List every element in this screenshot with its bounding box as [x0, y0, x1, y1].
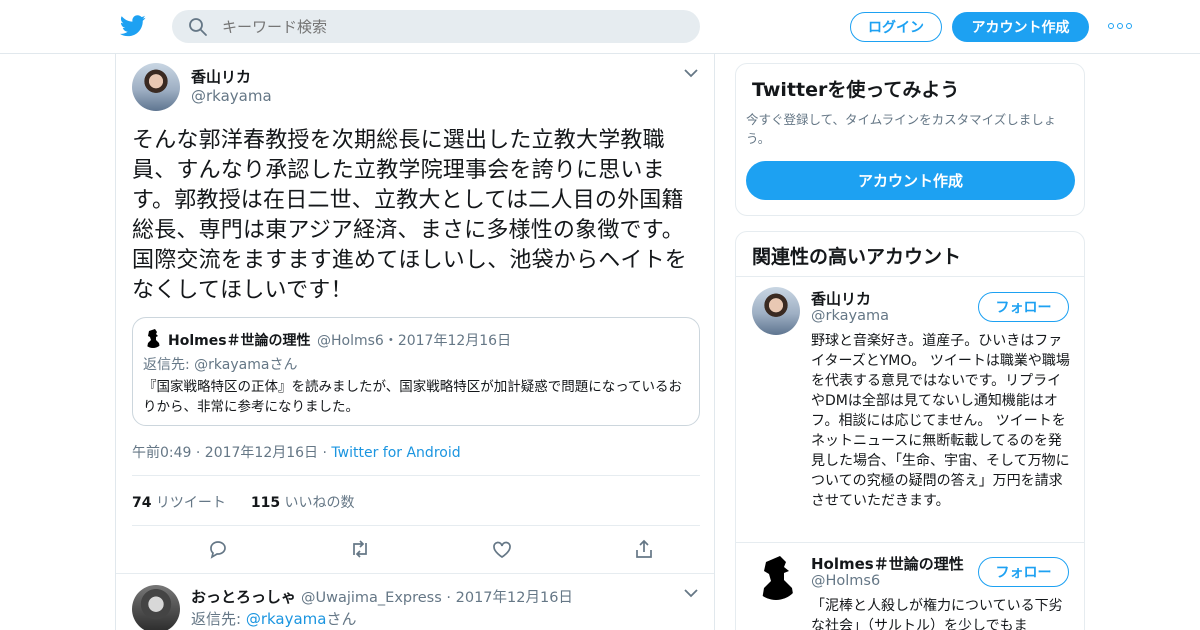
- tweet-actions: [132, 538, 700, 562]
- search-icon: [189, 17, 207, 36]
- chevron-down-icon[interactable]: [684, 588, 698, 598]
- signup-card-title: Twitterを使ってみよう: [752, 79, 960, 101]
- chevron-down-icon[interactable]: [684, 68, 698, 78]
- reply-mention-link[interactable]: @rkayama: [246, 610, 327, 628]
- like-stat[interactable]: 115 いいねの数: [251, 495, 355, 511]
- quote-author-handle-date: @Holms6・2017年12月16日: [317, 333, 512, 349]
- reply-icon[interactable]: [207, 538, 229, 560]
- account-bio: 「泥棒と人殺しが権力についている下劣な社会」（サルトル）を少しでもま: [811, 598, 1063, 630]
- divider: [116, 573, 714, 574]
- tweet-metadata: 午前0:49 · 2017年12月16日 · Twitter for Andro…: [132, 442, 461, 462]
- reply-to-line: 返信先: @rkayamaさん: [191, 608, 357, 629]
- avatar[interactable]: [752, 287, 800, 335]
- retweet-icon[interactable]: [349, 538, 371, 560]
- reply-author-handle-date[interactable]: @Uwajima_Express · 2017年12月16日: [301, 586, 573, 607]
- twitter-bird-icon[interactable]: [120, 14, 146, 38]
- reply-author-name[interactable]: おっとろっしゃ: [191, 586, 296, 607]
- avatar[interactable]: [132, 585, 180, 630]
- tweet-timestamp[interactable]: 午前0:49 · 2017年12月16日 ·: [132, 445, 331, 461]
- related-accounts-card: 関連性の高いアカウント 香山リカ @rkayama フォロー 野球と音楽好き。道…: [735, 231, 1085, 630]
- login-button[interactable]: ログイン: [850, 12, 942, 42]
- more-options-icon[interactable]: [1108, 23, 1132, 29]
- retweet-label: リツイート: [151, 495, 226, 511]
- search-input[interactable]: [222, 17, 662, 36]
- signup-card: Twitterを使ってみよう 今すぐ登録して、タイムラインをカスタマイズしましょ…: [735, 63, 1085, 216]
- account-bio: 野球と音楽好き。道産子。ひいきはファイターズとYMO。 ツイートは職業や職場を代…: [811, 333, 1070, 509]
- reply-prefix: 返信先:: [191, 610, 246, 628]
- like-label: いいねの数: [280, 495, 355, 511]
- signup-button[interactable]: アカウント作成: [952, 12, 1089, 42]
- quote-text: 『国家戦略特区の正体』を読みましたが、国家戦略特区が加計疑惑で問題になっているお…: [143, 379, 683, 415]
- holmes-silhouette-icon[interactable]: [752, 552, 800, 600]
- retweet-stat[interactable]: 74 リツイート: [132, 495, 226, 511]
- reply-suffix: さん: [326, 610, 357, 628]
- avatar[interactable]: [132, 63, 180, 111]
- tweet-author-handle[interactable]: @rkayama: [191, 87, 272, 105]
- retweet-count: 74: [132, 495, 152, 511]
- divider: [132, 525, 700, 526]
- sidebar-signup-button[interactable]: アカウント作成: [746, 161, 1075, 200]
- tweet-source-link[interactable]: Twitter for Android: [331, 445, 460, 461]
- follow-button[interactable]: フォロー: [978, 292, 1069, 322]
- follow-button[interactable]: フォロー: [978, 557, 1069, 587]
- account-name[interactable]: Holmes＃世論の理性: [811, 553, 964, 574]
- account-handle[interactable]: @rkayama: [811, 308, 889, 324]
- like-count: 115: [250, 495, 281, 511]
- tweet-column: 香山リカ @rkayama そんな郭洋春教授を次期総長に選出した立教大学教職員、…: [115, 54, 715, 630]
- related-accounts-title: 関連性の高いアカウント: [752, 246, 962, 268]
- search-box[interactable]: [172, 10, 700, 43]
- signup-card-description: 今すぐ登録して、タイムラインをカスタマイズしましょう。: [746, 112, 1057, 146]
- share-icon[interactable]: [633, 538, 655, 560]
- account-name[interactable]: 香山リカ: [811, 288, 871, 309]
- account-handle[interactable]: @Holms6: [811, 573, 880, 589]
- divider: [736, 276, 1084, 277]
- tweet-author-name[interactable]: 香山リカ: [191, 66, 251, 87]
- like-heart-icon[interactable]: [491, 538, 513, 560]
- divider: [736, 542, 1084, 543]
- divider: [132, 475, 700, 476]
- quoted-tweet[interactable]: Holmes＃世論の理性 @Holms6・2017年12月16日 返信先: @r…: [132, 317, 700, 426]
- quote-author-name: Holmes＃世論の理性: [168, 333, 311, 349]
- top-navigation-bar: ログイン アカウント作成: [0, 0, 1200, 54]
- quote-reply-to: 返信先: @rkayamaさん: [143, 357, 298, 373]
- tweet-text: そんな郭洋春教授を次期総長に選出した立教大学教職員、すんなり承認した立教学院理事…: [132, 128, 688, 303]
- holmes-silhouette-icon: [143, 328, 163, 348]
- tweet-stats: 74 リツイート 115 いいねの数: [132, 492, 355, 512]
